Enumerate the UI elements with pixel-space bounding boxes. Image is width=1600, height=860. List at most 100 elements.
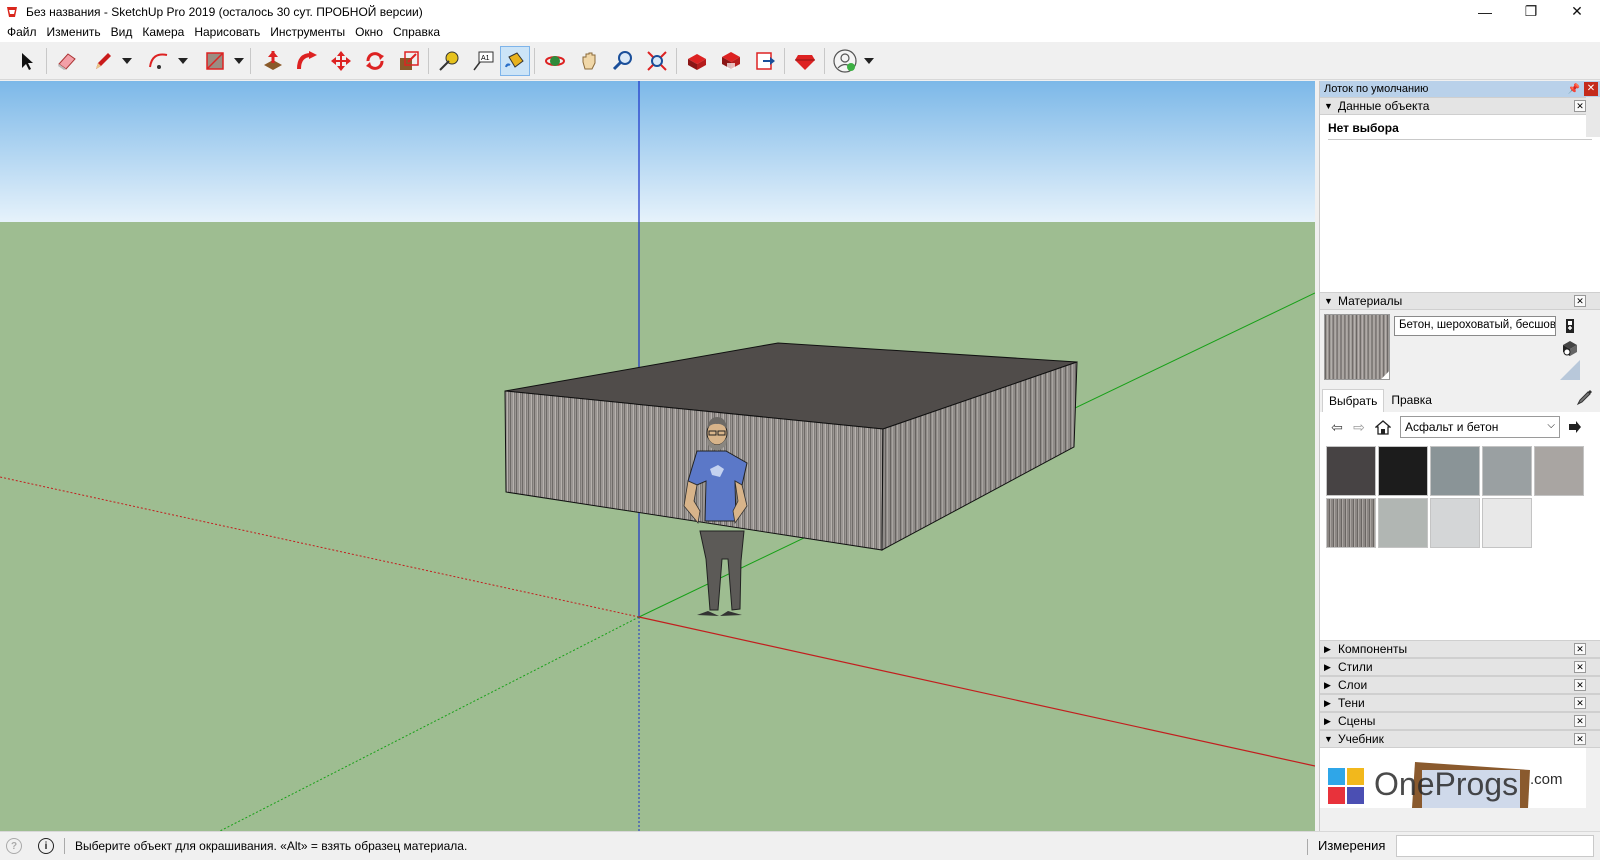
paint-bucket-icon[interactable] (500, 46, 530, 76)
eraser-icon[interactable] (52, 46, 82, 76)
menu-file[interactable]: Файл (2, 23, 42, 42)
material-library-select[interactable]: Асфальт и бетон ⌵ (1400, 416, 1560, 438)
details-arrow-icon[interactable] (1566, 418, 1584, 436)
scenes-header[interactable]: ▶ Сцены ✕ (1320, 712, 1600, 730)
home-icon[interactable] (1374, 418, 1392, 436)
current-material-swatch[interactable] (1324, 314, 1390, 380)
tutorial-header[interactable]: ▼ Учебник ✕ (1320, 730, 1600, 748)
menu-view[interactable]: Вид (106, 23, 138, 42)
profile-icon[interactable] (830, 46, 860, 76)
scenes-close-button[interactable]: ✕ (1574, 715, 1586, 727)
sample-paint-icon[interactable] (1560, 360, 1580, 380)
shadows-header[interactable]: ▶ Тени ✕ (1320, 694, 1600, 712)
move-icon[interactable] (326, 46, 356, 76)
zoom-extents-icon[interactable] (642, 46, 672, 76)
svg-text:A1: A1 (481, 55, 490, 62)
rotate-icon[interactable] (360, 46, 390, 76)
pan-icon[interactable] (574, 46, 604, 76)
tutorial-close-button[interactable]: ✕ (1574, 733, 1586, 745)
follow-me-icon[interactable] (292, 46, 322, 76)
material-swatch[interactable] (1430, 498, 1480, 548)
material-name-field[interactable]: Бетон, шероховатый, бесшовн (1394, 316, 1556, 336)
entity-info-header[interactable]: ▼ Данные объекта ✕ (1320, 97, 1600, 115)
materials-header[interactable]: ▼ Материалы ✕ (1320, 292, 1600, 310)
layers-header[interactable]: ▶ Слои ✕ (1320, 676, 1600, 694)
material-swatch-selected[interactable] (1326, 498, 1376, 548)
scene-canvas[interactable] (0, 81, 1315, 831)
entity-info-close-button[interactable]: ✕ (1574, 100, 1586, 112)
title-bar: Без названия - SketchUp Pro 2019 (остало… (0, 0, 1600, 23)
components-header[interactable]: ▶ Компоненты ✕ (1320, 640, 1600, 658)
styles-close-button[interactable]: ✕ (1574, 661, 1586, 673)
layers-title: Слои (1338, 678, 1368, 692)
material-swatch[interactable] (1326, 446, 1376, 496)
extension-warehouse-icon[interactable] (716, 46, 746, 76)
material-swatch[interactable] (1534, 446, 1584, 496)
profile-dropdown-icon[interactable] (862, 46, 876, 76)
minimize-button[interactable]: — (1462, 0, 1508, 23)
pin-icon[interactable]: 📌 (1568, 84, 1580, 95)
tutorial-scrollbar[interactable] (1586, 748, 1600, 808)
menu-help[interactable]: Справка (388, 23, 445, 42)
tray-title: Лоток по умолчанию (1324, 83, 1429, 95)
material-library-value: Асфальт и бетон (1405, 420, 1499, 434)
orbit-icon[interactable] (540, 46, 570, 76)
material-swatch[interactable] (1482, 498, 1532, 548)
tray-close-button[interactable]: ✕ (1584, 82, 1598, 96)
scenes-title: Сцены (1338, 714, 1376, 728)
zoom-icon[interactable] (608, 46, 638, 76)
measurements-separator (1307, 839, 1308, 855)
arc-icon[interactable] (144, 46, 174, 76)
back-arrow-icon[interactable]: ⇦ (1328, 418, 1346, 436)
menu-window[interactable]: Окно (350, 23, 388, 42)
tab-select[interactable]: Выбрать (1322, 389, 1385, 412)
warehouse-icon[interactable] (682, 46, 712, 76)
pencil-dropdown-icon[interactable] (120, 46, 134, 76)
default-material-icon[interactable] (1560, 338, 1580, 358)
material-swatch[interactable] (1378, 498, 1428, 548)
components-close-button[interactable]: ✕ (1574, 643, 1586, 655)
materials-tabs: Выбрать Правка (1320, 386, 1600, 412)
text-icon[interactable]: A1 (468, 46, 498, 76)
scale-icon[interactable] (394, 46, 424, 76)
components-title: Компоненты (1338, 642, 1408, 656)
ground-plane (0, 222, 1315, 831)
pencil-icon[interactable] (88, 46, 118, 76)
push-pull-icon[interactable] (258, 46, 288, 76)
layers-close-button[interactable]: ✕ (1574, 679, 1586, 691)
send-to-layout-icon[interactable] (750, 46, 780, 76)
material-swatch[interactable] (1378, 446, 1428, 496)
shadows-close-button[interactable]: ✕ (1574, 697, 1586, 709)
close-button[interactable]: ✕ (1554, 0, 1600, 23)
forward-arrow-icon[interactable]: ⇨ (1350, 418, 1368, 436)
arc-dropdown-icon[interactable] (176, 46, 190, 76)
material-swatch[interactable] (1482, 446, 1532, 496)
eyedropper-icon[interactable] (1576, 388, 1594, 409)
create-material-icon[interactable] (1560, 316, 1580, 336)
rectangle-dropdown-icon[interactable] (232, 46, 246, 76)
select-icon[interactable] (12, 46, 42, 76)
menu-edit[interactable]: Изменить (42, 23, 106, 42)
rectangle-icon[interactable] (200, 46, 230, 76)
menu-tools[interactable]: Инструменты (265, 23, 350, 42)
styles-header[interactable]: ▶ Стили ✕ (1320, 658, 1600, 676)
material-swatch[interactable] (1430, 446, 1480, 496)
chevron-down-icon: ⌵ (1547, 420, 1555, 431)
menu-draw[interactable]: Нарисовать (189, 23, 265, 42)
restore-button[interactable]: ❐ (1508, 0, 1554, 23)
menu-camera[interactable]: Камера (137, 23, 189, 42)
watermark-suffix: .com (1530, 771, 1563, 788)
extension-manager-icon[interactable] (790, 46, 820, 76)
tutorial-title: Учебник (1338, 732, 1384, 746)
tab-edit[interactable]: Правка (1384, 388, 1439, 412)
materials-title: Материалы (1338, 294, 1403, 308)
geo-location-icon[interactable]: ? (6, 838, 22, 854)
main-toolbar: A1 (0, 42, 1600, 80)
measurements-input[interactable] (1396, 835, 1594, 857)
expand-arrow-icon: ▶ (1324, 697, 1331, 708)
model-viewport[interactable] (0, 81, 1315, 831)
instructor-icon[interactable]: i (38, 838, 54, 854)
tape-measure-icon[interactable] (434, 46, 464, 76)
materials-close-button[interactable]: ✕ (1574, 295, 1586, 307)
tray-scrollbar[interactable] (1586, 97, 1600, 137)
